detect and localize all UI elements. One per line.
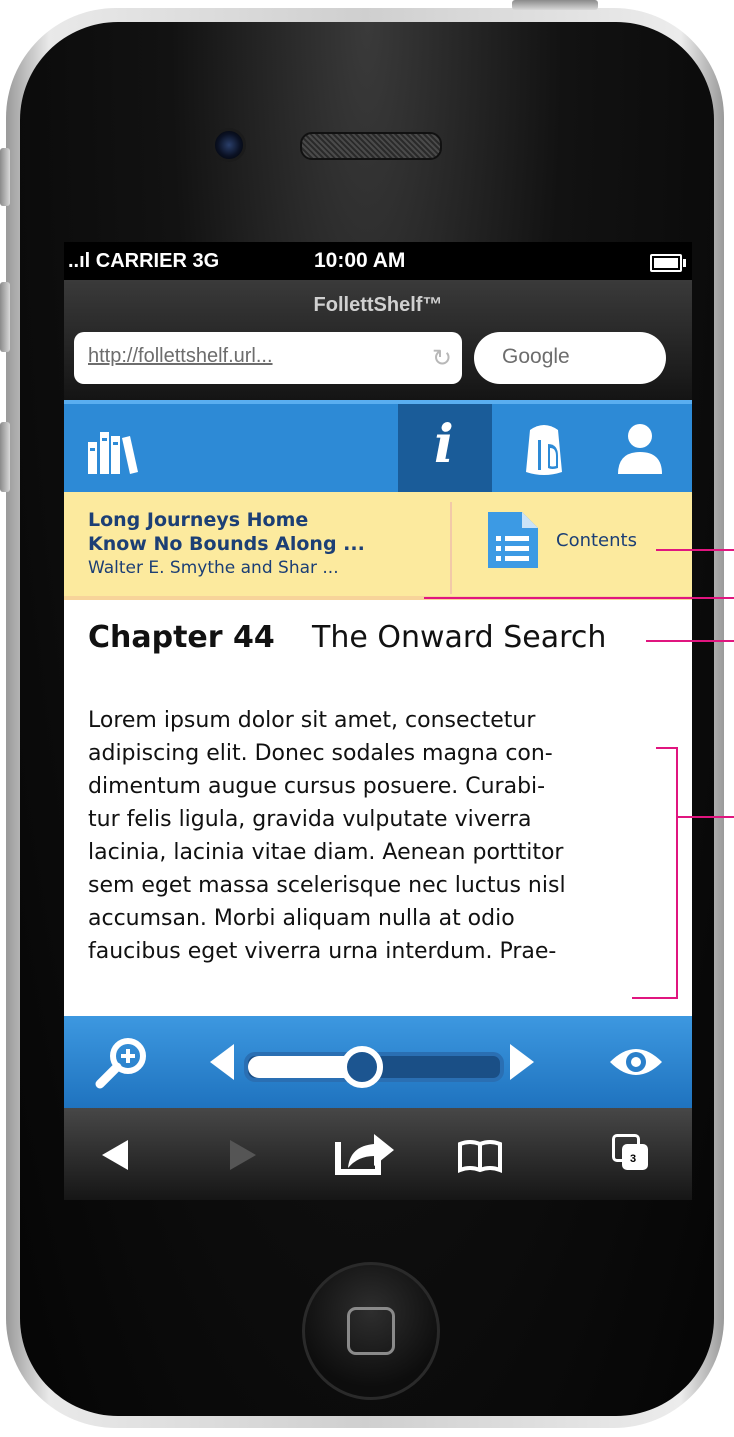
book-title-line1: Long Journeys Home — [88, 509, 309, 531]
contents-label: Contents — [556, 530, 637, 551]
zoom-in-icon[interactable] — [94, 1034, 154, 1094]
safari-toolbar: 3 — [64, 1108, 692, 1200]
home-button[interactable] — [302, 1262, 440, 1400]
browser-toolbar: FollettShelf™ http://follettshelf.url...… — [64, 280, 692, 400]
tabs-button[interactable]: 3 — [612, 1134, 652, 1174]
contents-button[interactable]: Contents — [484, 510, 664, 580]
status-bar: ..ıl CARRIER 3G 10:00 AM — [64, 242, 692, 280]
annotation-bracket-bottom — [632, 997, 678, 999]
book-title-line2: Know No Bounds Along ... — [88, 533, 365, 555]
divider — [450, 502, 452, 594]
body-line: faucibus eget viverra urna interdum. Pra… — [88, 939, 557, 964]
url-field[interactable]: http://follettshelf.url... ↻ — [74, 332, 462, 384]
body-line: dimentum augue cursus posuere. Curabi- — [88, 774, 546, 799]
annotation-line-author — [424, 597, 734, 599]
app-nav-bar: i — [64, 400, 692, 496]
nav-info[interactable]: i — [398, 404, 492, 496]
annotation-line-contents — [656, 549, 734, 551]
chapter-body: Lorem ipsum dolor sit amet, consectetur … — [88, 704, 678, 968]
book-author: Walter E. Smythe and Shar ... — [88, 558, 339, 578]
page-forward-icon[interactable] — [506, 1042, 536, 1082]
info-icon: i — [434, 414, 454, 475]
body-line: Lorem ipsum dolor sit amet, consectetur — [88, 708, 536, 733]
body-line: sem eget massa scelerisque nec luctus ni… — [88, 873, 566, 898]
chapter-number: Chapter 44 — [88, 620, 275, 655]
slider-knob[interactable] — [341, 1046, 383, 1088]
document-list-icon — [488, 512, 538, 568]
book-title[interactable]: Long Journeys Home Know No Bounds Along … — [88, 508, 365, 556]
nav-bookshelf[interactable] — [76, 404, 146, 496]
url-text: http://follettshelf.url... — [88, 345, 273, 367]
page-back-icon[interactable] — [208, 1042, 238, 1082]
chapter-content: Chapter 44 The Onward Search Lorem ipsum… — [64, 600, 692, 1016]
search-placeholder: Google — [502, 345, 570, 368]
back-icon[interactable] — [100, 1138, 132, 1172]
power-button — [512, 0, 598, 10]
profile-icon — [618, 424, 662, 474]
chapter-title: The Onward Search — [312, 620, 607, 655]
annotation-line-body — [676, 816, 734, 818]
annotation-bracket-top — [656, 747, 678, 749]
body-line: accumsan. Morbi aliquam nulla at odio — [88, 906, 515, 931]
body-line: tur felis ligula, gravida vulputate vive… — [88, 807, 532, 832]
annotation-line-chapter-title — [646, 640, 734, 642]
body-line: lacinia, lacinia vitae diam. Aenean port… — [88, 840, 564, 865]
eye-icon[interactable] — [608, 1042, 664, 1082]
body-line: adipiscing elit. Donec sodales magna con… — [88, 741, 553, 766]
bookshelf-icon — [88, 432, 138, 474]
page-slider[interactable] — [244, 1046, 504, 1088]
volume-up-button — [0, 282, 10, 352]
tabs-front-icon: 3 — [622, 1144, 648, 1170]
carrier-label: ..ıl CARRIER 3G — [68, 250, 220, 272]
backpack-icon — [526, 425, 562, 475]
share-icon[interactable] — [334, 1128, 398, 1176]
home-square-icon — [347, 1307, 395, 1355]
clock: 10:00 AM — [314, 249, 406, 272]
nav-profile[interactable] — [600, 404, 680, 496]
volume-down-button — [0, 422, 10, 492]
battery-icon — [650, 254, 686, 272]
annotation-bracket-side — [676, 747, 678, 999]
earpiece-speaker — [300, 132, 442, 160]
nav-backpack[interactable] — [504, 404, 584, 496]
page-title: FollettShelf™ — [313, 294, 443, 316]
front-camera — [212, 128, 246, 162]
bookmarks-icon[interactable] — [456, 1138, 504, 1174]
search-input[interactable]: Google — [474, 332, 666, 384]
screen: ..ıl CARRIER 3G 10:00 AM FollettShelf™ h… — [64, 242, 692, 1200]
mute-switch — [0, 148, 10, 206]
tab-count: 3 — [630, 1153, 637, 1165]
reader-toolbar — [64, 1016, 692, 1108]
reload-icon[interactable]: ↻ — [432, 344, 452, 373]
forward-icon — [230, 1140, 256, 1170]
book-info-bar: Long Journeys Home Know No Bounds Along … — [64, 492, 692, 601]
